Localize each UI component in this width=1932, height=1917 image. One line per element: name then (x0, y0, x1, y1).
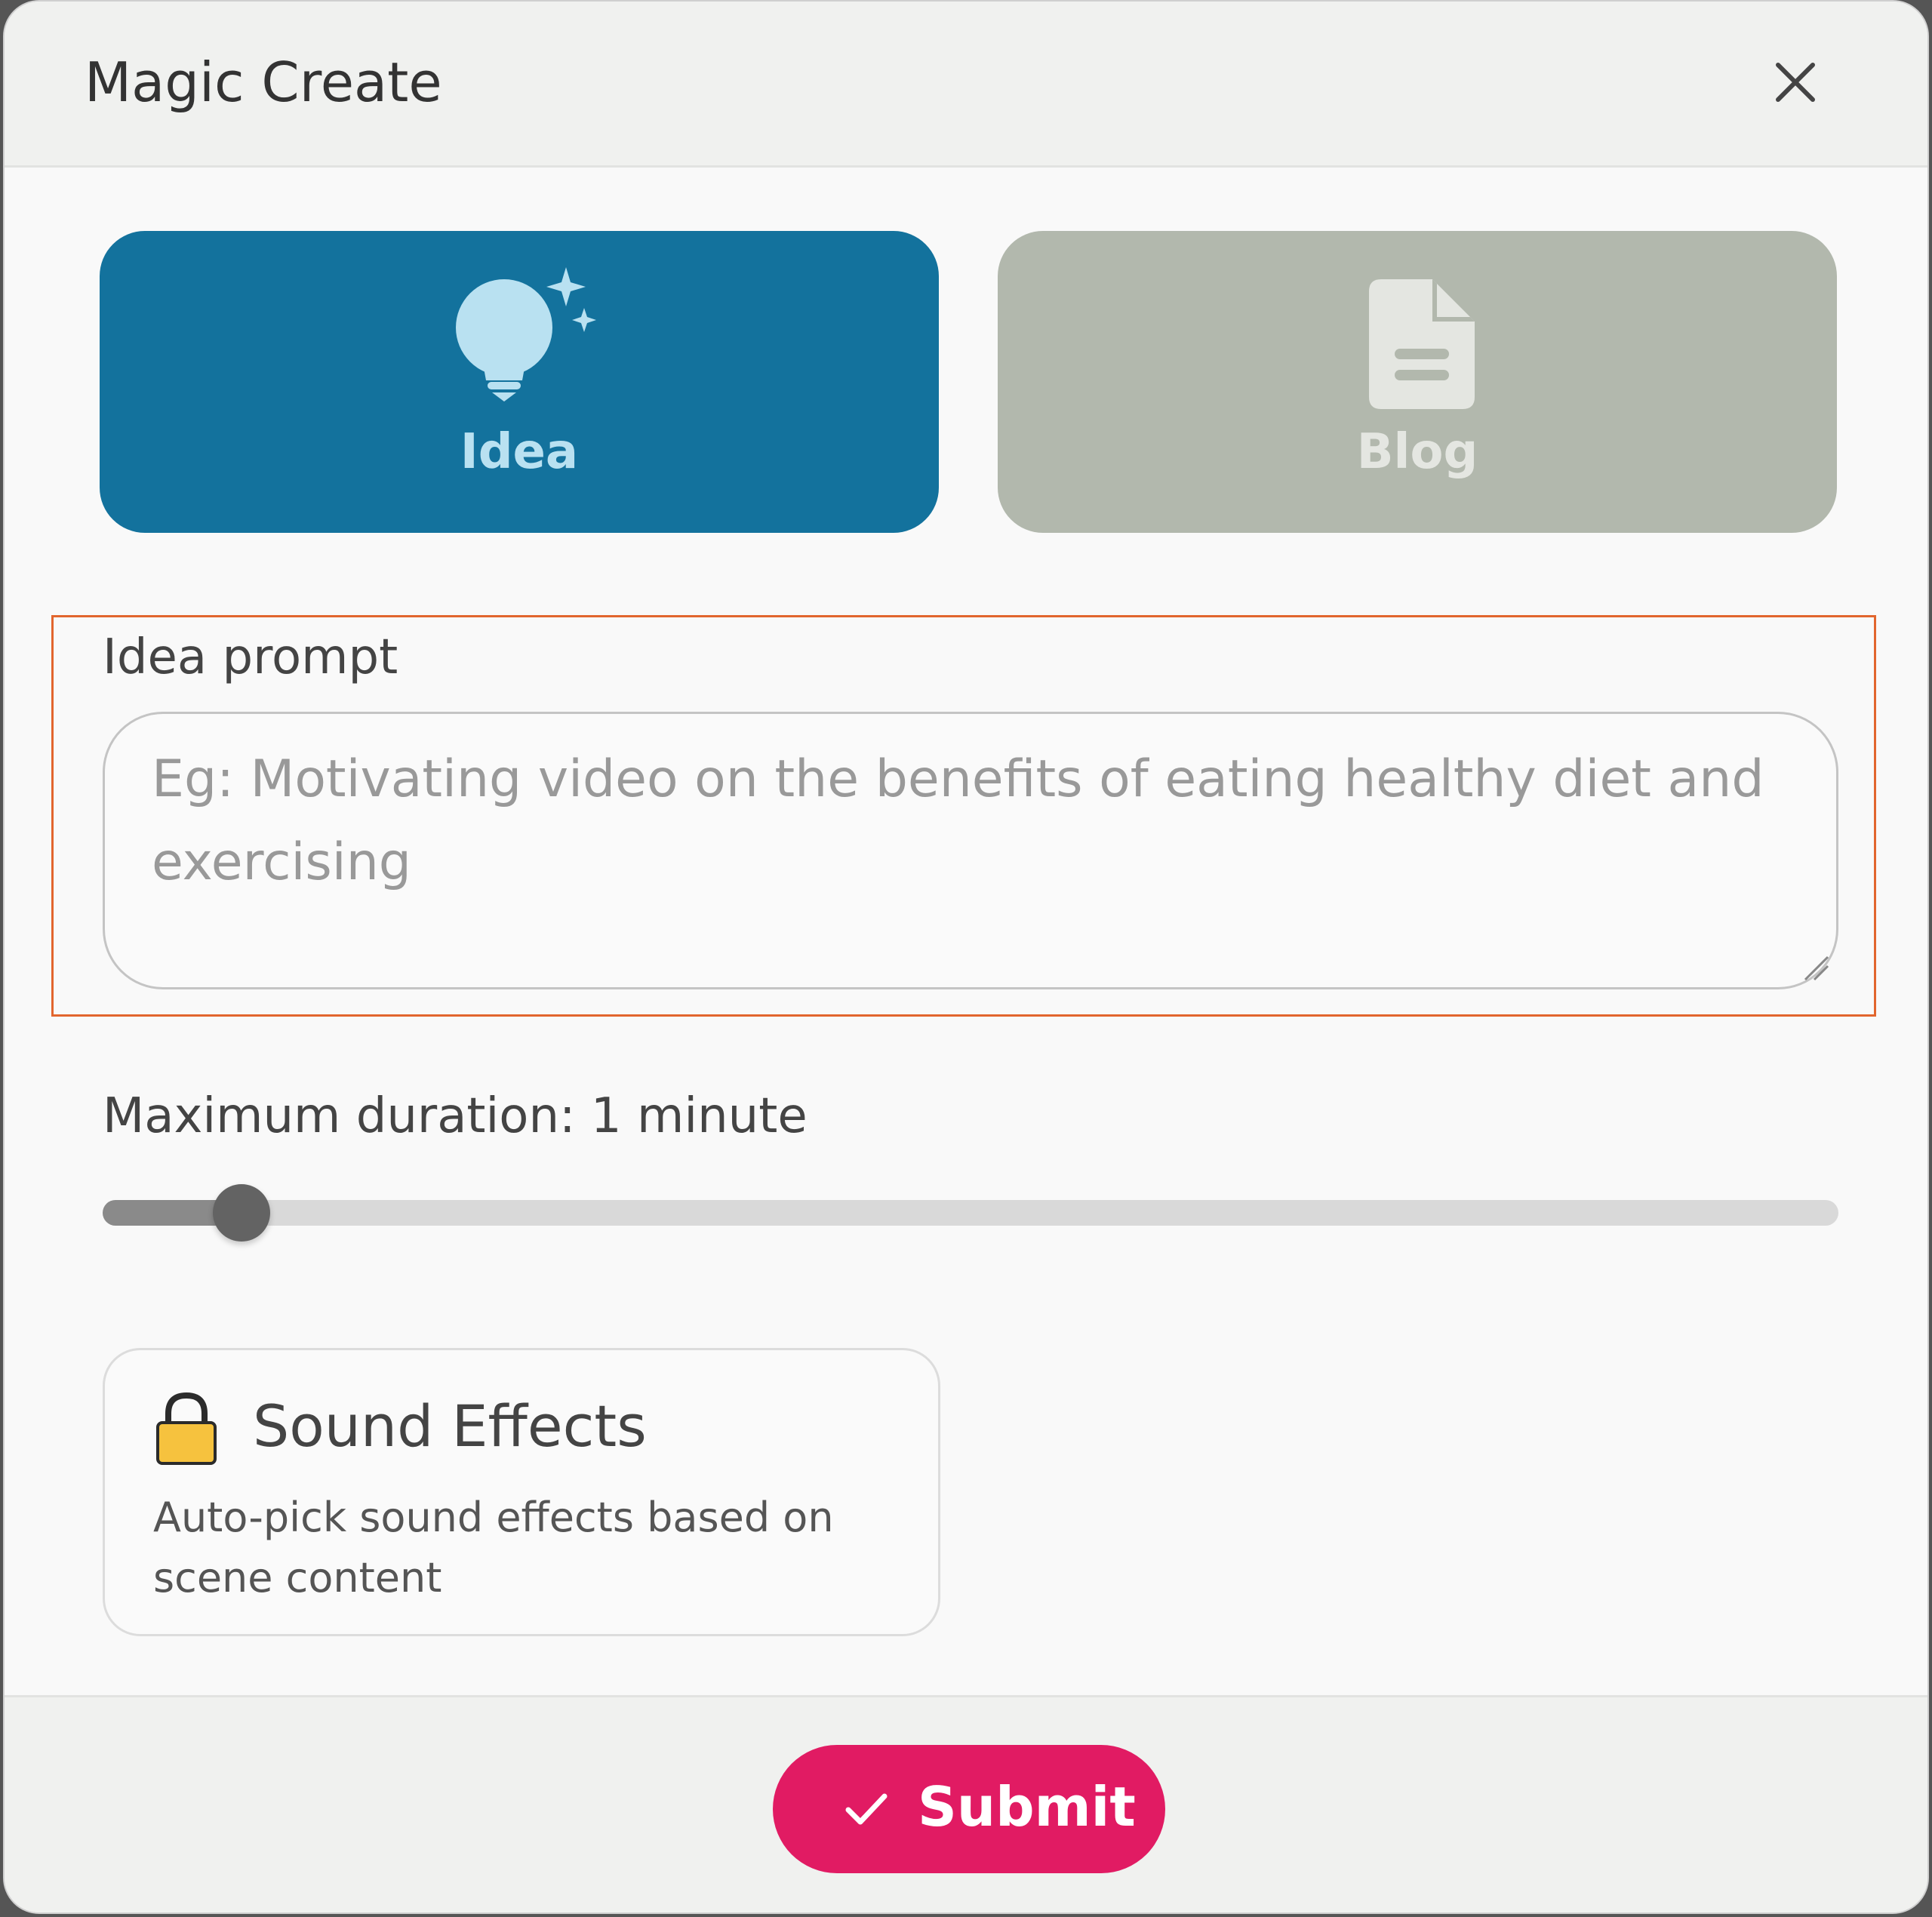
magic-create-dialog: Magic Create Idea Blog Idea prompt Eg: M… (3, 0, 1929, 1914)
resize-grip-icon[interactable] (1799, 951, 1829, 981)
sound-effects-card[interactable]: Sound Effects Auto-pick sound effects ba… (103, 1348, 940, 1636)
duration-slider[interactable] (103, 1184, 1838, 1242)
submit-button[interactable]: Submit (773, 1745, 1165, 1873)
mode-blog-label: Blog (1356, 424, 1478, 480)
duration-label: Maximum duration: 1 minute (103, 1088, 808, 1144)
mode-blog-button[interactable]: Blog (998, 231, 1837, 533)
close-button[interactable] (1770, 57, 1820, 107)
mode-idea-button[interactable]: Idea (100, 231, 939, 533)
sound-effects-title: Sound Effects (253, 1392, 647, 1460)
lock-icon (156, 1392, 217, 1465)
duration-slider-thumb[interactable] (213, 1184, 270, 1242)
submit-label: Submit (918, 1775, 1136, 1839)
dialog-header: Magic Create (5, 2, 1927, 168)
dialog-title: Magic Create (85, 51, 442, 114)
mode-idea-label: Idea (460, 424, 579, 480)
sound-effects-description: Auto-pick sound effects based on scene c… (153, 1494, 834, 1602)
document-icon (1369, 279, 1475, 409)
lightbulb-sparkle-icon (456, 267, 596, 402)
prompt-label: Idea prompt (103, 629, 398, 685)
check-icon (845, 1793, 888, 1825)
close-icon (1776, 63, 1815, 102)
idea-prompt-input[interactable] (103, 712, 1838, 989)
